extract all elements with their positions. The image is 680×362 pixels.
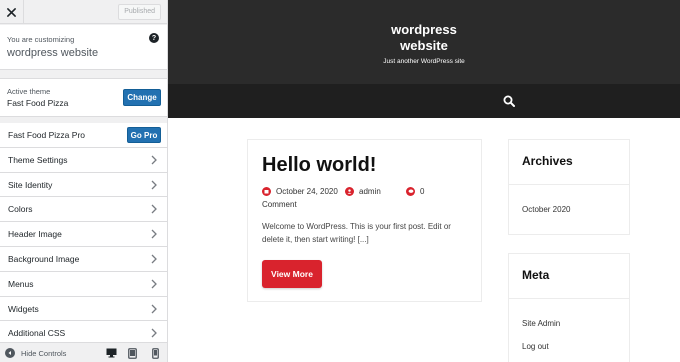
chevron-right-icon bbox=[151, 229, 157, 239]
pro-upsell-label: Fast Food Pizza Pro bbox=[8, 130, 86, 140]
user-icon bbox=[345, 187, 354, 196]
section-label: Header Image bbox=[8, 229, 62, 240]
section-background-image[interactable]: Background Image bbox=[0, 246, 167, 272]
post-card: Hello world! October 24, 2020 admin 0 Co… bbox=[247, 139, 482, 302]
customizer-info: You are customizing wordpress website ? bbox=[0, 25, 167, 70]
close-icon bbox=[7, 7, 16, 17]
customizer-panel: Published You are customizing wordpress … bbox=[0, 0, 168, 362]
divider bbox=[509, 184, 629, 185]
section-label: Menus bbox=[8, 278, 34, 289]
site-admin-link[interactable]: Site Admin bbox=[522, 319, 560, 328]
go-pro-button[interactable]: Go Pro bbox=[127, 127, 161, 143]
chevron-right-icon bbox=[151, 304, 157, 314]
archives-widget: Archives October 2020 bbox=[508, 139, 630, 235]
post-comments-label[interactable]: Comment bbox=[262, 200, 297, 209]
section-menus[interactable]: Menus bbox=[0, 271, 167, 297]
desktop-preview-button[interactable] bbox=[104, 347, 118, 359]
chevron-right-icon bbox=[151, 279, 157, 289]
chevron-right-icon bbox=[151, 204, 157, 214]
help-icon[interactable]: ? bbox=[149, 33, 159, 43]
active-theme-name: Fast Food Pizza bbox=[7, 98, 69, 108]
section-label: Colors bbox=[8, 204, 33, 215]
post-title[interactable]: Hello world! bbox=[262, 154, 376, 177]
search-icon[interactable] bbox=[503, 95, 515, 107]
divider bbox=[509, 298, 629, 299]
customizing-site-name: wordpress website bbox=[7, 47, 99, 59]
hide-controls-label: Hide Controls bbox=[21, 348, 67, 358]
tablet-icon bbox=[127, 347, 137, 359]
calendar-icon bbox=[262, 187, 271, 196]
archive-link[interactable]: October 2020 bbox=[522, 205, 570, 214]
site-title-line-1[interactable]: wordpress bbox=[168, 22, 680, 37]
chevron-right-icon bbox=[151, 328, 157, 338]
site-preview: wordpress website Just another WordPress… bbox=[168, 0, 680, 362]
section-label: Theme Settings bbox=[8, 154, 68, 165]
log-out-link[interactable]: Log out bbox=[522, 342, 549, 351]
site-title-line-2[interactable]: website bbox=[168, 38, 680, 53]
section-label: Site Identity bbox=[8, 179, 53, 190]
site-header: wordpress website Just another WordPress… bbox=[168, 0, 680, 84]
post-date[interactable]: October 24, 2020 bbox=[262, 187, 338, 196]
section-widgets[interactable]: Widgets bbox=[0, 296, 167, 322]
comments-icon bbox=[406, 187, 415, 196]
active-theme-section: Active theme Fast Food Pizza Change bbox=[0, 78, 167, 117]
customizer-header: Published bbox=[0, 0, 167, 24]
post-comments[interactable]: 0 bbox=[406, 187, 424, 196]
desktop-icon bbox=[106, 348, 116, 358]
chevron-right-icon bbox=[151, 180, 157, 190]
view-more-button[interactable]: View More bbox=[262, 260, 322, 288]
tablet-preview-button[interactable] bbox=[125, 347, 139, 359]
customizer-section-list: Fast Food Pizza Pro Go Pro Theme Setting… bbox=[0, 123, 167, 347]
site-navigation-bar bbox=[168, 84, 680, 118]
pro-upsell-row: Fast Food Pizza Pro Go Pro bbox=[0, 123, 167, 148]
published-button[interactable]: Published bbox=[118, 4, 161, 20]
section-header-image[interactable]: Header Image bbox=[0, 222, 167, 247]
section-site-identity[interactable]: Site Identity bbox=[0, 172, 167, 198]
mobile-preview-button[interactable] bbox=[148, 347, 162, 359]
active-theme-label: Active theme bbox=[7, 87, 51, 96]
chevron-right-icon bbox=[151, 254, 157, 264]
collapse-left-icon bbox=[5, 348, 15, 358]
archives-title: Archives bbox=[522, 154, 573, 168]
customizer-footer: Hide Controls bbox=[0, 342, 167, 362]
post-excerpt: Welcome to WordPress. This is your first… bbox=[262, 222, 451, 244]
chevron-right-icon bbox=[151, 155, 157, 165]
section-colors[interactable]: Colors bbox=[0, 197, 167, 223]
post-author-text: admin bbox=[359, 187, 381, 196]
hide-controls-button[interactable]: Hide Controls bbox=[5, 348, 66, 358]
meta-widget: Meta Site Admin Log out bbox=[508, 253, 630, 362]
meta-title: Meta bbox=[522, 268, 550, 282]
section-label: Additional CSS bbox=[8, 328, 66, 339]
section-theme-settings[interactable]: Theme Settings bbox=[0, 147, 167, 173]
change-theme-button[interactable]: Change bbox=[123, 89, 161, 106]
post-author[interactable]: admin bbox=[345, 187, 381, 196]
post-date-text: October 24, 2020 bbox=[276, 187, 338, 196]
site-tagline: Just another WordPress site bbox=[383, 58, 465, 65]
close-customizer-button[interactable] bbox=[0, 0, 24, 24]
customizing-label: You are customizing bbox=[7, 35, 75, 44]
section-label: Background Image bbox=[8, 253, 80, 264]
post-comments-count: 0 bbox=[420, 187, 425, 196]
section-label: Widgets bbox=[8, 303, 39, 314]
mobile-icon bbox=[151, 347, 159, 359]
